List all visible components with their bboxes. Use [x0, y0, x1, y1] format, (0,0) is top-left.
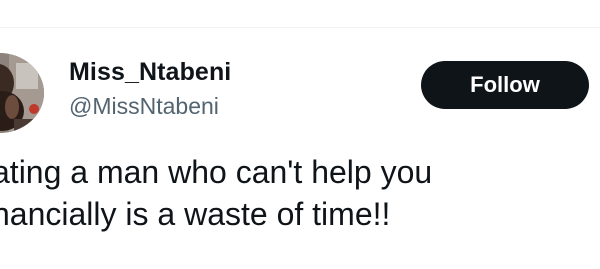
- tweet-text: ating a man who can't help you nancially…: [0, 151, 600, 235]
- author-handle[interactable]: @MissNtabeni: [69, 93, 219, 120]
- tweet-text-line: ating a man who can't help you: [0, 154, 433, 190]
- author-display-name[interactable]: Miss_Ntabeni: [69, 58, 231, 87]
- avatar-image: [0, 53, 44, 133]
- tweet-card: Miss_Ntabeni @MissNtabeni Follow ating a…: [0, 0, 600, 269]
- avatar[interactable]: [0, 53, 44, 133]
- top-divider: [0, 27, 600, 28]
- follow-button[interactable]: Follow: [421, 61, 589, 109]
- tweet-text-line: nancially is a waste of time!!: [0, 196, 391, 232]
